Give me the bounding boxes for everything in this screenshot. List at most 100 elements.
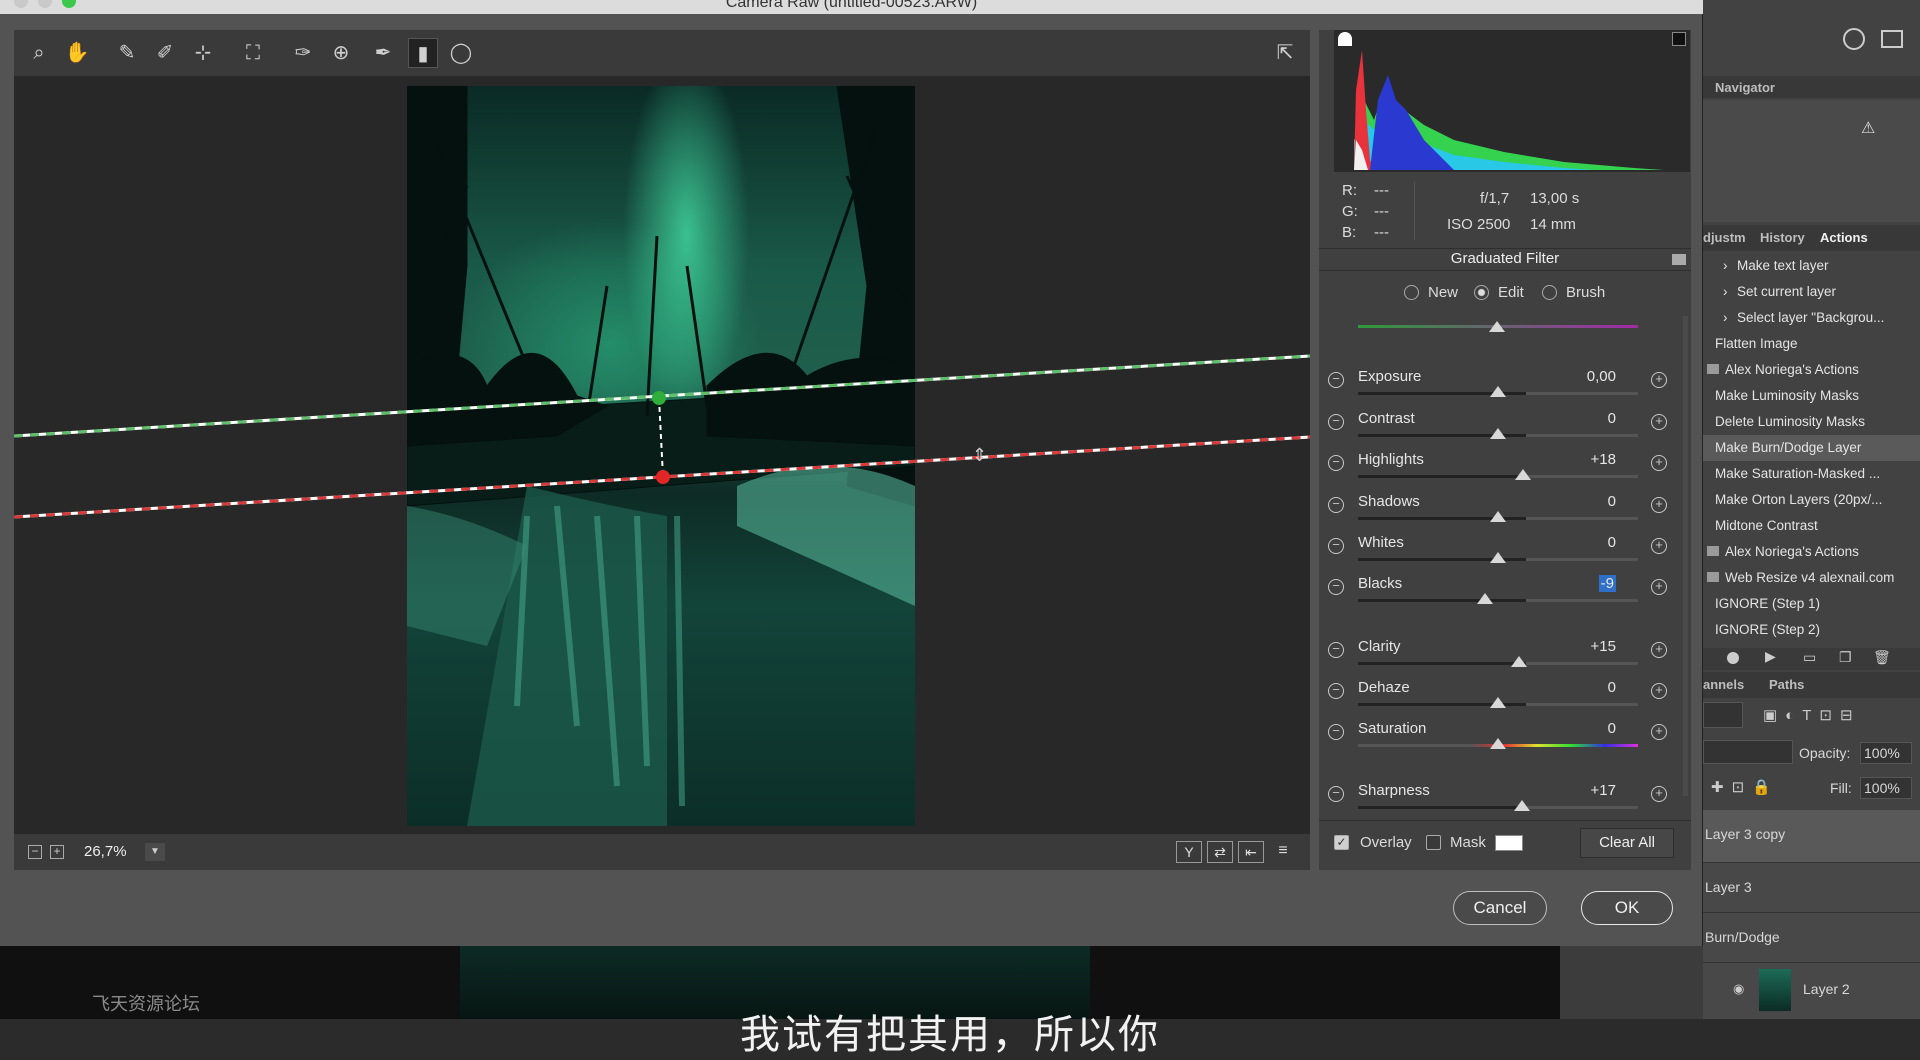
action-item[interactable]: IGNORE (Step 1) — [1703, 591, 1920, 617]
record-icon[interactable] — [1727, 652, 1739, 664]
folder-icon[interactable]: ▭ — [1803, 649, 1816, 666]
clear-all-button[interactable]: Clear All — [1580, 828, 1674, 858]
layer-filter-select[interactable] — [1703, 702, 1743, 728]
panel-scrollbar[interactable] — [1683, 316, 1688, 796]
contrast-value[interactable]: 0 — [1570, 410, 1616, 427]
open-preferences-icon[interactable]: ⇱ — [1270, 38, 1300, 68]
action-item[interactable]: IGNORE (Step 2) — [1703, 617, 1920, 643]
cancel-button[interactable]: Cancel — [1453, 891, 1547, 925]
ok-button[interactable]: OK — [1581, 891, 1673, 925]
trash-icon[interactable]: 🗑 — [1873, 649, 1891, 666]
mode-edit-label[interactable]: Edit — [1498, 284, 1524, 301]
action-item[interactable]: Alex Noriega's Actions — [1703, 539, 1920, 565]
action-item[interactable]: Make Luminosity Masks — [1703, 383, 1920, 409]
mask-color-swatch[interactable] — [1495, 835, 1523, 851]
shadows-slider-thumb[interactable] — [1490, 511, 1506, 522]
tab-adjustments[interactable]: djustm — [1703, 230, 1746, 245]
navigator-tab[interactable]: Navigator — [1715, 80, 1775, 95]
layer-filter-icons[interactable]: ▣◐T⊡⊟ — [1763, 706, 1861, 724]
targeted-adjustment-icon[interactable]: ⊹ — [188, 38, 218, 68]
shadow-clipping-icon[interactable] — [1338, 32, 1352, 46]
opacity-field[interactable]: 100% — [1860, 742, 1912, 764]
layer-row[interactable]: Layer 3 — [1703, 862, 1920, 912]
tab-history[interactable]: History — [1760, 230, 1805, 245]
saturation-value[interactable]: 0 — [1570, 720, 1616, 737]
saturation-increase-icon[interactable]: + — [1651, 724, 1667, 740]
shadows-decrease-icon[interactable]: − — [1328, 497, 1344, 513]
shadows-increase-icon[interactable]: + — [1651, 497, 1667, 513]
blacks-slider-track[interactable] — [1358, 599, 1638, 602]
color-sampler-icon[interactable]: ✐ — [150, 38, 180, 68]
mode-new-radio[interactable] — [1404, 285, 1419, 300]
chevron-right-icon[interactable]: › — [1723, 305, 1728, 331]
saturation-decrease-icon[interactable]: − — [1328, 724, 1344, 740]
whites-decrease-icon[interactable]: − — [1328, 538, 1344, 554]
tab-channels[interactable]: annels — [1703, 677, 1744, 692]
exposure-increase-icon[interactable]: + — [1651, 372, 1667, 388]
dehaze-value[interactable]: 0 — [1570, 679, 1616, 696]
new-action-icon[interactable]: ❐ — [1839, 649, 1852, 666]
action-item[interactable]: › Make text layer — [1703, 253, 1920, 279]
dehaze-increase-icon[interactable]: + — [1651, 683, 1667, 699]
adjustment-brush-icon[interactable]: ✒ — [368, 38, 398, 68]
blacks-slider-thumb[interactable] — [1477, 593, 1494, 604]
filter-start-point[interactable] — [652, 391, 666, 405]
copy-settings-icon[interactable]: ⇤ — [1238, 841, 1264, 863]
tint-slider-thumb[interactable] — [1489, 321, 1505, 332]
highlights-increase-icon[interactable]: + — [1651, 455, 1667, 471]
layer-row[interactable]: Burn/Dodge — [1703, 912, 1920, 962]
action-item[interactable]: › Select layer "Backgrou... — [1703, 305, 1920, 331]
zoom-level[interactable]: 26,7% — [84, 843, 127, 860]
zoom-icon[interactable]: ⌕ — [24, 38, 54, 68]
action-item[interactable]: › Set current layer — [1703, 279, 1920, 305]
sharpness-increase-icon[interactable]: + — [1651, 786, 1667, 802]
clarity-slider-track[interactable] — [1358, 662, 1638, 665]
red-eye-icon[interactable]: ⊕ — [326, 38, 356, 68]
whites-value[interactable]: 0 — [1570, 534, 1616, 551]
layer-row[interactable]: Layer 3 copy — [1703, 810, 1920, 862]
before-after-icon[interactable]: Y — [1176, 841, 1202, 863]
graduated-filter-overlay[interactable]: ⇕ — [14, 76, 1310, 834]
chevron-right-icon[interactable]: › — [1723, 279, 1728, 305]
radial-filter-icon[interactable]: ◯ — [446, 38, 476, 68]
whites-increase-icon[interactable]: + — [1651, 538, 1667, 554]
action-item[interactable]: Make Saturation-Masked ... — [1703, 461, 1920, 487]
highlights-decrease-icon[interactable]: − — [1328, 455, 1344, 471]
white-balance-icon[interactable]: ✎ — [112, 38, 142, 68]
action-item[interactable]: Make Burn/Dodge Layer — [1703, 435, 1920, 461]
search-icon[interactable] — [1843, 28, 1865, 50]
exposure-slider-thumb[interactable] — [1490, 386, 1506, 397]
workspace-icon[interactable] — [1881, 30, 1903, 48]
sharpness-slider-track[interactable] — [1358, 806, 1638, 809]
preview-settings-icon[interactable]: ≡ — [1270, 841, 1296, 863]
blacks-value[interactable]: -9 — [1570, 575, 1616, 592]
clarity-increase-icon[interactable]: + — [1651, 642, 1667, 658]
lock-icons[interactable]: ✚⊡🔒 — [1711, 778, 1779, 796]
highlights-slider-track[interactable] — [1358, 475, 1638, 478]
spot-removal-icon[interactable]: ✑ — [288, 38, 318, 68]
mode-new-label[interactable]: New — [1428, 284, 1458, 301]
mask-checkbox[interactable] — [1426, 835, 1441, 850]
clarity-value[interactable]: +15 — [1570, 638, 1616, 655]
mode-brush-label[interactable]: Brush — [1566, 284, 1605, 301]
action-item[interactable]: Midtone Contrast — [1703, 513, 1920, 539]
overlay-checkbox[interactable]: ✓ — [1334, 835, 1349, 850]
zoom-in-icon[interactable]: + — [50, 845, 64, 859]
hand-icon[interactable]: ✋ — [62, 38, 92, 68]
zoom-dropdown-icon[interactable]: ▼ — [145, 843, 165, 861]
action-item[interactable]: Web Resize v4 alexnail.com — [1703, 565, 1920, 591]
contrast-decrease-icon[interactable]: − — [1328, 414, 1344, 430]
contrast-increase-icon[interactable]: + — [1651, 414, 1667, 430]
action-item[interactable]: Delete Luminosity Masks — [1703, 409, 1920, 435]
mode-brush-radio[interactable] — [1542, 285, 1557, 300]
exposure-value[interactable]: 0,00 — [1570, 368, 1616, 385]
graduated-filter-icon[interactable]: ▮ — [408, 38, 438, 68]
filter-end-point[interactable] — [656, 470, 670, 484]
highlights-slider-thumb[interactable] — [1515, 469, 1532, 480]
sharpness-decrease-icon[interactable]: − — [1328, 786, 1344, 802]
swap-icon[interactable]: ⇄ — [1207, 841, 1233, 863]
blacks-decrease-icon[interactable]: − — [1328, 579, 1344, 595]
exposure-decrease-icon[interactable]: − — [1328, 372, 1344, 388]
chevron-right-icon[interactable]: › — [1723, 253, 1728, 279]
dehaze-slider-thumb[interactable] — [1490, 697, 1506, 708]
